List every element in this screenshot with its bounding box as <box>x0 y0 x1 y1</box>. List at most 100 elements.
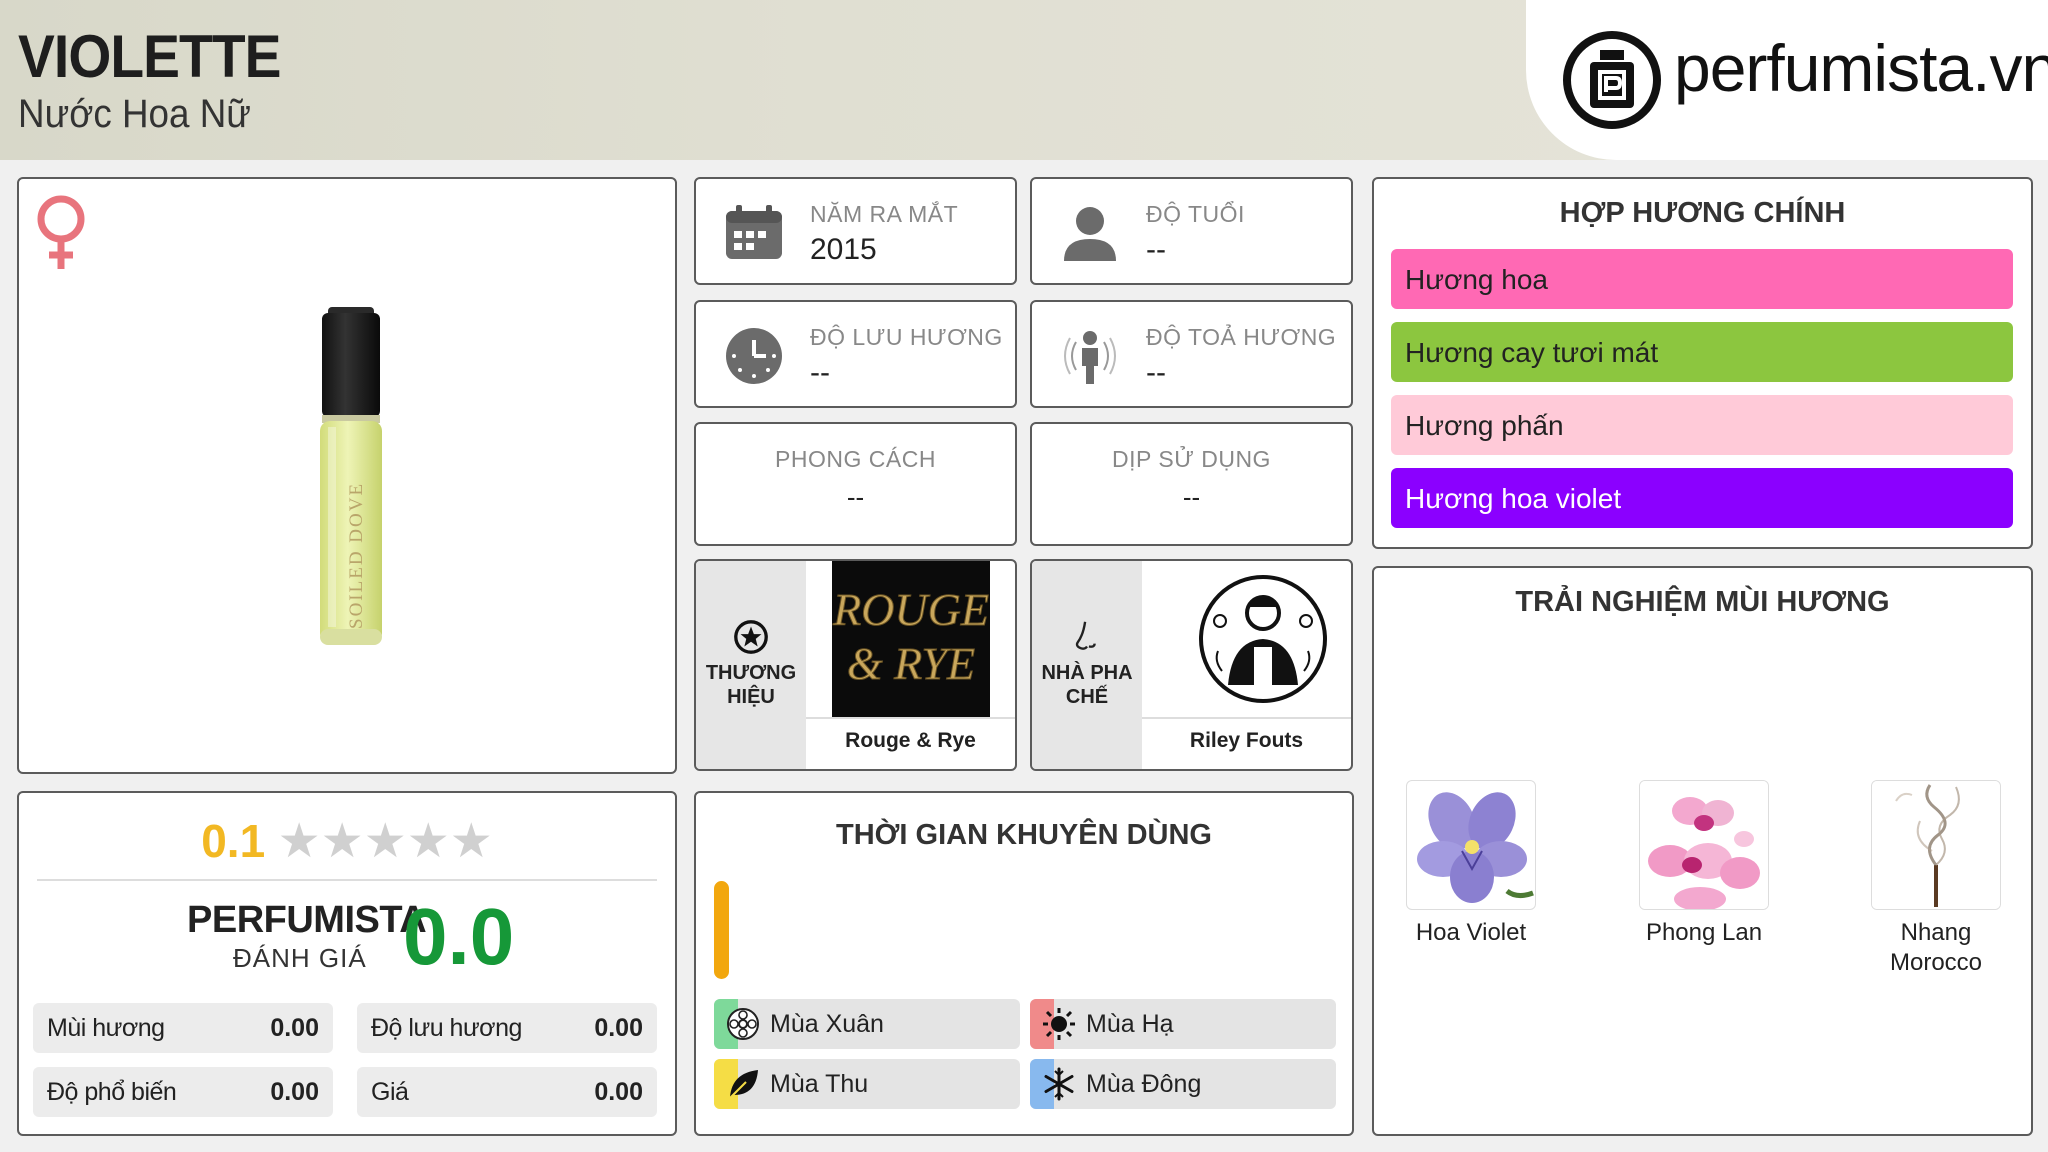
rating-panel: 0.1 ★★★★★ PERFUMISTA ĐÁNH GIÁ 0.0 Mùi hư… <box>17 791 677 1136</box>
release-year-card: NĂM RA MẮT 2015 <box>694 177 1017 285</box>
product-image-panel: SOILED DOVE <box>17 177 677 774</box>
orchid-flower-image <box>1640 781 1768 909</box>
info-label: DỊP SỬ DỤNG <box>1112 446 1271 472</box>
note-image[interactable] <box>1871 780 2001 910</box>
sillage-card: ĐỘ TOẢ HƯƠNG -- <box>1030 300 1353 408</box>
divider <box>37 879 657 881</box>
user-icon <box>1064 207 1116 261</box>
note-item[interactable]: Phong Lan <box>1624 780 1784 948</box>
info-label: PHONG CÁCH <box>775 446 936 472</box>
style-card: PHONG CÁCH -- <box>694 422 1017 546</box>
star-circle-icon <box>734 620 768 654</box>
perfumer-label-block: NHÀ PHA CHẾ <box>1032 561 1142 769</box>
leaf-icon <box>729 1070 758 1099</box>
logo-text: perfumista.vn <box>1674 31 2048 105</box>
info-value: -- <box>846 482 865 512</box>
info-label: NĂM RA MẮT <box>810 201 959 227</box>
perfumer-card[interactable]: NHÀ PHA CHẾ Riley Fouts <box>1030 559 1353 771</box>
season-spring: Mùa Xuân <box>714 999 1020 1049</box>
info-label: ĐỘ TOẢ HƯƠNG <box>1146 324 1337 350</box>
user-rating-value: 0.1 <box>201 815 266 867</box>
brand-logo-image[interactable]: ROUGE & RYE <box>832 561 990 717</box>
score-popularity: Độ phổ biến 0.00 <box>33 1067 333 1117</box>
divider <box>806 717 1015 719</box>
perfumista-score: 0.0 <box>403 892 515 981</box>
note-name: Phong Lan <box>1645 919 1763 946</box>
bottle-label-text: SOILED DOVE <box>346 482 367 629</box>
perfumer-name[interactable]: Riley Fouts <box>1142 729 1351 753</box>
note-item[interactable]: Hoa Violet <box>1391 780 1551 948</box>
season-winter: Mùa Đông <box>1030 1059 1336 1109</box>
perfume-category: Nước Hoa Nữ <box>18 92 251 136</box>
score-value: 0.00 <box>594 1078 643 1106</box>
score-longevity: Độ lưu hương 0.00 <box>357 1003 657 1053</box>
violet-flower-image <box>1417 792 1534 903</box>
score-label: Độ lưu hương <box>371 1014 522 1042</box>
user-rating: 0.1 ★★★★★ <box>19 813 675 869</box>
season-label: Mùa Hạ <box>1086 1010 1174 1038</box>
female-symbol-icon <box>37 195 85 269</box>
season-label: Mùa Đông <box>1086 1070 1202 1098</box>
accord-label: Hương phấn <box>1405 410 1564 441</box>
info-value: 2015 <box>810 233 877 266</box>
note-image[interactable] <box>1406 780 1536 910</box>
flower-icon <box>727 1008 759 1040</box>
note-image[interactable] <box>1639 780 1769 910</box>
snowflake-icon <box>1044 1067 1074 1101</box>
divider <box>1142 717 1351 719</box>
accord-bar: Hương phấn <box>1391 395 2013 455</box>
star-icon[interactable]: ★ <box>321 815 364 868</box>
perfumista-sublabel: ĐÁNH GIÁ <box>233 943 367 973</box>
clock-icon <box>726 328 782 384</box>
perfumer-caption: NHÀ PHA CHẾ <box>1041 662 1133 708</box>
note-item[interactable]: Nhang Morocco <box>1856 780 2016 978</box>
brand-label-block: THƯƠNG HIỆU <box>696 561 806 769</box>
page-header: VIOLETTE Nước Hoa Nữ perfumista.vn <box>0 0 2048 160</box>
accord-label: Hương cay tươi mát <box>1405 337 1659 368</box>
brand-name[interactable]: Rouge & Rye <box>806 729 1015 753</box>
occasion-card: DỊP SỬ DỤNG -- <box>1030 422 1353 546</box>
section-title: HỢP HƯƠNG CHÍNH <box>1559 197 1846 229</box>
time-of-day-bar <box>714 881 729 979</box>
incense-image <box>1872 781 2000 909</box>
note-name: Nhang Morocco <box>1889 919 1983 976</box>
star-icon[interactable]: ★ <box>450 815 493 868</box>
season-label: Mùa Thu <box>770 1070 869 1098</box>
star-icon[interactable]: ★ <box>364 815 407 868</box>
season-summer: Mùa Hạ <box>1030 999 1336 1049</box>
longevity-card: ĐỘ LƯU HƯƠNG -- <box>694 300 1017 408</box>
info-value: -- <box>1146 356 1166 389</box>
season-autumn: Mùa Thu <box>714 1059 1020 1109</box>
score-label: Độ phổ biến <box>47 1078 177 1106</box>
accord-bar: Hương cay tươi mát <box>1391 322 2013 382</box>
score-label: Mùi hương <box>47 1014 165 1042</box>
svg-text:ROUGE: ROUGE <box>832 584 989 635</box>
recommended-season-panel: THỜI GIAN KHUYÊN DÙNG Mùa Xuân Mùa Hạ Mù… <box>694 791 1354 1136</box>
sun-icon <box>1043 1008 1075 1040</box>
info-value: -- <box>810 356 830 389</box>
star-icon[interactable]: ★ <box>278 815 321 868</box>
calendar-icon <box>726 205 782 259</box>
score-value: 0.00 <box>594 1014 643 1042</box>
season-label: Mùa Xuân <box>770 1010 884 1038</box>
age-card: ĐỘ TUỔI -- <box>1030 177 1353 285</box>
perfumer-image[interactable] <box>1184 561 1342 717</box>
score-label: Giá <box>371 1078 409 1106</box>
section-title: TRẢI NGHIỆM MÙI HƯƠNG <box>1515 586 1890 618</box>
svg-text:& RYE: & RYE <box>847 638 975 689</box>
info-value: -- <box>1182 482 1201 512</box>
product-bottle-image: SOILED DOVE <box>320 307 382 645</box>
accord-label: Hương hoa <box>1405 264 1548 295</box>
perfume-bottle-logo-icon <box>1563 31 1661 129</box>
star-rating[interactable]: ★★★★★ <box>278 813 493 869</box>
accord-bar: Hương hoa <box>1391 249 2013 309</box>
accord-bar: Hương hoa violet <box>1391 468 2013 528</box>
brand-card[interactable]: THƯƠNG HIỆU ROUGE & RYE Rouge & Rye <box>694 559 1017 771</box>
site-logo[interactable]: perfumista.vn <box>1526 0 2048 160</box>
person-radiate-icon <box>1064 331 1116 384</box>
info-value: -- <box>1146 233 1166 266</box>
accord-label: Hương hoa violet <box>1405 483 1622 514</box>
score-value: 0.00 <box>270 1078 319 1106</box>
info-label: ĐỘ TUỔI <box>1146 201 1245 227</box>
star-icon[interactable]: ★ <box>407 815 450 868</box>
